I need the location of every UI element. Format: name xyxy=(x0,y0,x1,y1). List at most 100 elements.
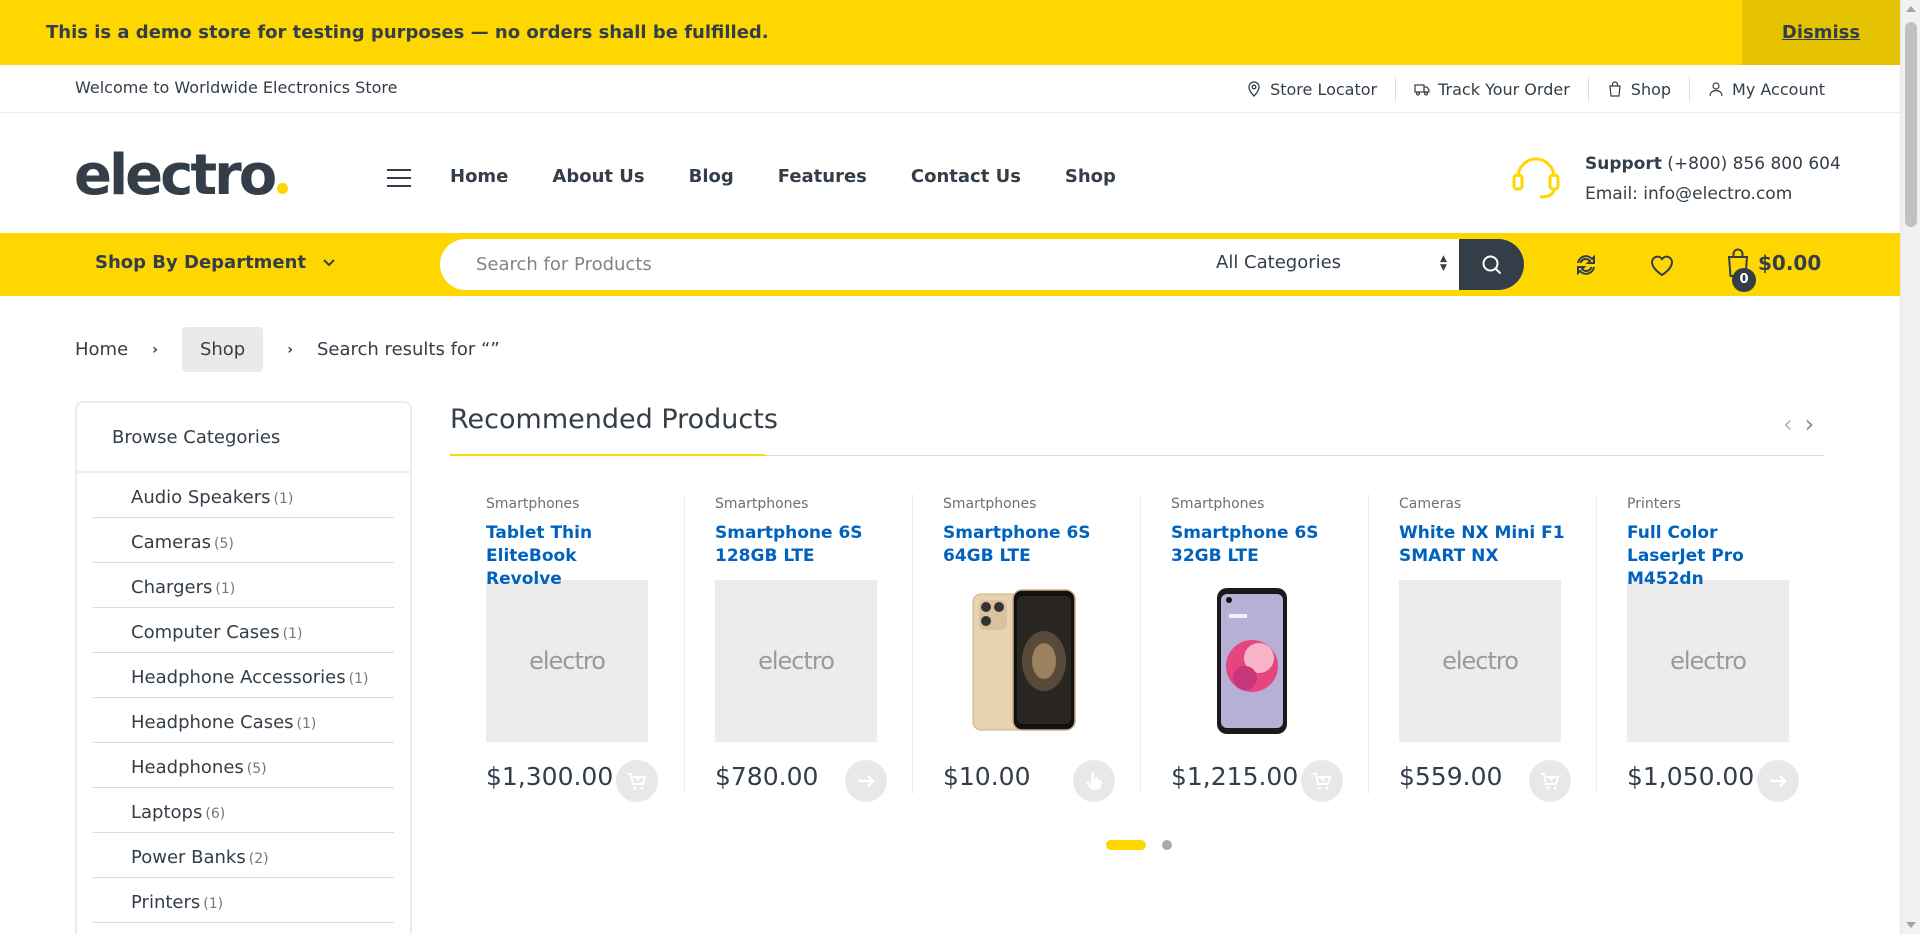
carousel-dot[interactable] xyxy=(1162,840,1172,850)
product-image-pink-phone[interactable] xyxy=(1171,580,1333,742)
category-count: (1) xyxy=(296,716,317,732)
site-logo[interactable]: electro xyxy=(74,143,289,208)
product-image-placeholder[interactable]: electro xyxy=(1399,580,1561,742)
arrow-right-icon xyxy=(1770,775,1787,787)
category-count: (1) xyxy=(348,671,369,687)
product-card: Printers Full Color LaserJet Pro M452dn … xyxy=(1596,494,1824,802)
browse-categories-title: Browse Categories xyxy=(77,403,410,473)
support-email[interactable]: Email: info@electro.com xyxy=(1585,179,1841,209)
shopping-bag-icon xyxy=(1609,81,1621,97)
hand-pointer-icon xyxy=(1085,772,1102,790)
nav-contact-us[interactable]: Contact Us xyxy=(911,166,1021,187)
category-count: (6) xyxy=(205,806,226,822)
category-item[interactable]: Cameras (5) xyxy=(93,518,394,563)
compare-icon[interactable] xyxy=(1572,251,1600,279)
product-category[interactable]: Smartphones xyxy=(943,496,1110,512)
page-scrollbar[interactable] xyxy=(1900,0,1920,934)
carousel-next-icon[interactable]: › xyxy=(1805,410,1815,438)
nav-about-us[interactable]: About Us xyxy=(552,166,644,187)
select-arrows-icon: ▲ ▼ xyxy=(1440,254,1447,273)
carousel-dot-active[interactable] xyxy=(1106,840,1146,850)
shop-label: Shop xyxy=(1630,79,1672,99)
product-category[interactable]: Printers xyxy=(1627,496,1794,512)
category-count: (2) xyxy=(248,851,269,867)
product-image-placeholder[interactable]: electro xyxy=(1627,580,1789,742)
shop-by-department-dropdown[interactable]: Shop By Department xyxy=(95,252,336,273)
breadcrumb-shop[interactable]: Shop xyxy=(181,327,264,372)
category-item[interactable]: Printers (1) xyxy=(93,878,394,923)
category-item[interactable]: Chargers (1) xyxy=(93,563,394,608)
scroll-thumb[interactable] xyxy=(1905,22,1917,227)
site-header: electro Home About Us Blog Features Cont… xyxy=(0,113,1900,233)
product-image-placeholder[interactable]: electro xyxy=(486,580,648,742)
category-name: Computer Cases xyxy=(131,622,280,643)
breadcrumb-home[interactable]: Home xyxy=(75,339,128,360)
add-to-cart-button[interactable] xyxy=(616,760,658,802)
category-item[interactable]: Headphone Accessories (1) xyxy=(93,653,394,698)
scroll-down-icon[interactable] xyxy=(1906,922,1916,928)
mini-cart[interactable]: $0.00 0 xyxy=(1724,248,1821,292)
category-name: Power Banks xyxy=(131,847,246,868)
view-product-button[interactable] xyxy=(845,760,887,802)
nav-shop[interactable]: Shop xyxy=(1065,166,1116,187)
category-select[interactable]: All Categories xyxy=(1216,252,1456,273)
hamburger-menu-icon[interactable] xyxy=(387,169,411,189)
store-locator-link[interactable]: Store Locator xyxy=(1228,77,1395,101)
recommended-products-title: Recommended Products xyxy=(450,404,778,435)
support-label: Support xyxy=(1585,154,1662,174)
dismiss-link[interactable]: Dismiss xyxy=(1742,0,1900,65)
track-order-link[interactable]: Track Your Order xyxy=(1395,77,1588,101)
product-title[interactable]: Smartphone 6S 64GB LTE xyxy=(943,522,1110,570)
product-category[interactable]: Smartphones xyxy=(715,496,882,512)
support-phone[interactable]: (+800) 856 800 604 xyxy=(1667,154,1841,174)
category-count: (1) xyxy=(282,626,303,642)
headset-icon xyxy=(1512,157,1560,199)
category-count: (1) xyxy=(203,896,224,912)
product-category[interactable]: Smartphones xyxy=(486,496,654,512)
demo-store-notice: This is a demo store for testing purpose… xyxy=(0,0,1900,65)
add-to-cart-icon xyxy=(1541,773,1560,790)
product-category[interactable]: Smartphones xyxy=(1171,496,1338,512)
view-product-button[interactable] xyxy=(1757,760,1799,802)
product-title[interactable]: Full Color LaserJet Pro M452dn xyxy=(1627,522,1794,589)
add-to-cart-button[interactable] xyxy=(1529,760,1571,802)
category-list: Audio Speakers (1) Cameras (5) Chargers (1)… xyxy=(77,473,410,923)
add-to-cart-icon xyxy=(1313,773,1332,790)
search-input[interactable] xyxy=(476,239,1176,290)
category-item[interactable]: Computer Cases (1) xyxy=(93,608,394,653)
product-title[interactable]: Smartphone 6S 128GB LTE xyxy=(715,522,882,570)
category-name: Headphone Cases xyxy=(131,712,294,733)
category-item[interactable]: Audio Speakers (1) xyxy=(93,473,394,518)
product-category[interactable]: Cameras xyxy=(1399,496,1566,512)
search-button[interactable] xyxy=(1459,239,1524,290)
support-info: Support (+800) 856 800 604 Email: info@e… xyxy=(1585,149,1841,209)
nav-features[interactable]: Features xyxy=(778,166,867,187)
nav-blog[interactable]: Blog xyxy=(689,166,734,187)
product-title[interactable]: White NX Mini F1 SMART NX xyxy=(1399,522,1566,570)
category-item[interactable]: Laptops (6) xyxy=(93,788,394,833)
add-to-cart-button[interactable] xyxy=(1301,760,1343,802)
top-links: Store Locator Track Your Order Shop My A… xyxy=(1228,77,1825,101)
recommended-products-carousel: Smartphones Tablet Thin EliteBook Revolv… xyxy=(456,494,1830,802)
category-item[interactable]: Power Banks (2) xyxy=(93,833,394,878)
my-account-link[interactable]: My Account xyxy=(1689,77,1825,101)
product-title[interactable]: Tablet Thin EliteBook Revolve xyxy=(486,522,654,589)
product-title[interactable]: Smartphone 6S 32GB LTE xyxy=(1171,522,1338,570)
arrow-right-icon xyxy=(858,775,875,787)
nav-home[interactable]: Home xyxy=(450,166,508,187)
heart-icon[interactable] xyxy=(1648,251,1676,279)
browse-categories-widget: Browse Categories Audio Speakers (1) Came… xyxy=(75,401,412,934)
carousel-prev-icon[interactable]: ‹ xyxy=(1783,410,1793,438)
shop-link[interactable]: Shop xyxy=(1587,77,1689,101)
search-form: All Categories ▲▼ xyxy=(440,239,1524,290)
select-options-button[interactable] xyxy=(1073,760,1115,802)
product-image-placeholder[interactable]: electro xyxy=(715,580,877,742)
product-card: Smartphones Smartphone 6S 32GB LTE $1,21… xyxy=(1140,494,1368,802)
category-item[interactable]: Headphone Cases (1) xyxy=(93,698,394,743)
category-item[interactable]: Headphones (5) xyxy=(93,743,394,788)
map-pin-icon xyxy=(1248,81,1260,97)
scroll-up-icon[interactable] xyxy=(1906,6,1916,12)
category-name: Chargers xyxy=(131,577,213,598)
product-image-gold-phone[interactable] xyxy=(943,580,1105,742)
add-to-cart-icon xyxy=(628,773,647,790)
